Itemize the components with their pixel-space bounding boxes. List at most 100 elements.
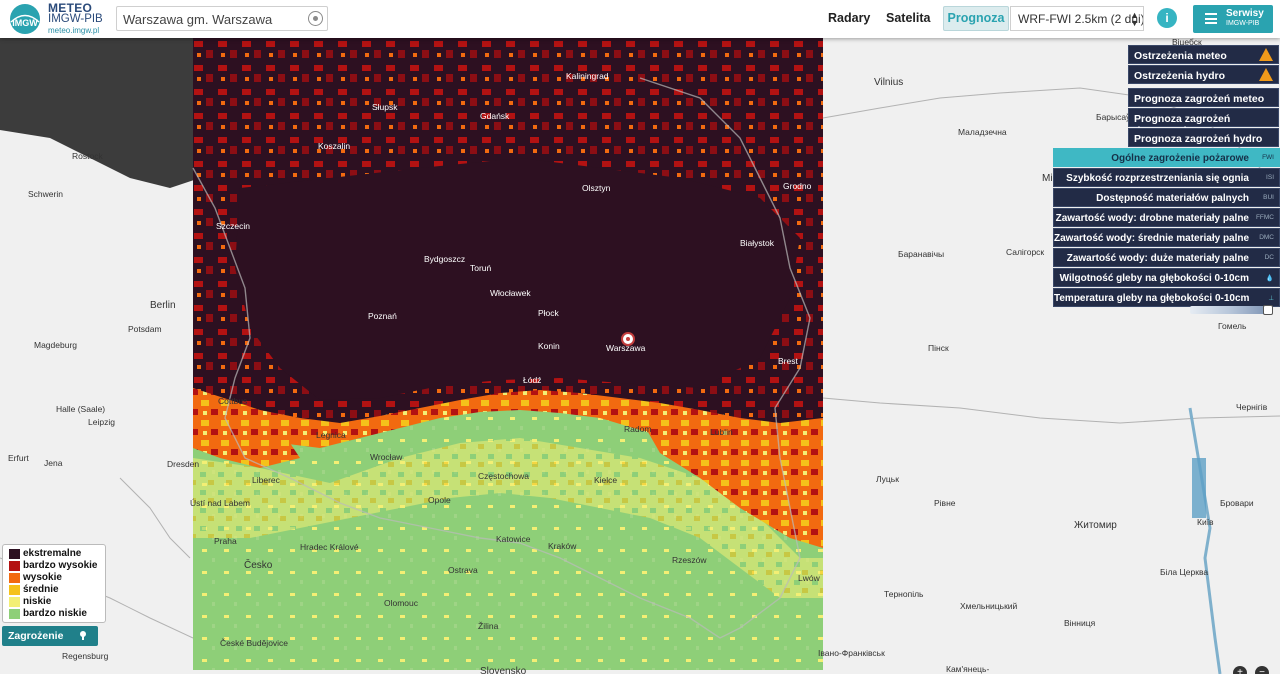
zoom-in-icon[interactable]: + <box>1233 666 1247 674</box>
map-label: Słupsk <box>372 102 398 112</box>
map-label: Луцьк <box>876 474 899 484</box>
map-label: Žilina <box>478 621 499 631</box>
map-label: Opole <box>428 495 451 505</box>
legend-swatch <box>9 609 20 619</box>
warn-label: Ostrzeżenia meteo <box>1134 50 1227 62</box>
legend-item: średnie <box>7 584 101 596</box>
map-label: Чернігів <box>1236 402 1268 412</box>
map-label: Vilnius <box>874 77 904 88</box>
map-label: Regensburg <box>62 651 109 661</box>
map-label: Płock <box>538 308 559 318</box>
map-label: České Budějovice <box>220 638 289 648</box>
map-label: Toruń <box>470 263 492 273</box>
opacity-slider-handle[interactable] <box>1263 305 1273 315</box>
hamburger-icon <box>1205 13 1217 24</box>
legend-label: bardzo wysokie <box>23 560 98 571</box>
warnings-panel: Ostrzeżenia meteo Ostrzeżenia hydro Prog… <box>1128 45 1279 148</box>
layer-label: Dostępność materiałów palnych <box>1096 193 1249 204</box>
layer-fwi[interactable]: Ogólne zagrożenie pożarowe FWI <box>1053 148 1280 167</box>
legend-swatch <box>9 597 20 607</box>
map-label: Lwów <box>798 573 820 583</box>
legend-label: ekstremalne <box>23 548 82 559</box>
serwisy-button[interactable]: Serwisy IMGW-PIB <box>1193 5 1273 33</box>
map-label: Grodno <box>783 181 812 191</box>
map-label: Rzeszów <box>672 555 707 565</box>
model-select[interactable]: WRF-FWI 2.5km (2 dni) ▲ ▼ <box>1010 6 1144 31</box>
layer-code: DC <box>1264 254 1274 261</box>
layer-soil-moisture[interactable]: Wilgotność gleby na głębokości 0-10cm 💧 <box>1053 268 1280 287</box>
legend-swatch <box>9 585 20 595</box>
layer-code: ISI <box>1266 174 1274 181</box>
search-input[interactable] <box>123 10 303 28</box>
map-label: Бровари <box>1220 498 1254 508</box>
map-label: Olomouc <box>384 598 419 608</box>
imgw-logo[interactable]: IMGW <box>6 3 44 35</box>
opacity-slider[interactable] <box>1190 306 1270 314</box>
layer-code: DMC <box>1259 234 1274 241</box>
top-bar: IMGW METEO IMGW-PIB meteo.imgw.pl Radary… <box>0 0 1280 38</box>
warn-hydro-button[interactable]: Ostrzeżenia hydro <box>1128 65 1279 84</box>
nav-radary[interactable]: Radary <box>828 11 870 25</box>
map-label: Хмельницький <box>960 601 1018 611</box>
map-label: Вінниця <box>1064 618 1096 628</box>
brand-url: meteo.imgw.pl <box>48 26 100 35</box>
info-button[interactable]: i <box>1157 8 1177 28</box>
map-label: Potsdam <box>128 324 162 334</box>
nav-prognoza[interactable]: Prognoza <box>943 6 1009 31</box>
warn-label: Prognoza zagrożeń hydro <box>1134 133 1263 145</box>
layer-dmc[interactable]: Zawartość wody: średnie materiały palne … <box>1053 228 1280 247</box>
legend-item: ekstremalne <box>7 548 101 560</box>
map-label: Ostrava <box>448 565 478 575</box>
zagrozenie-button[interactable]: Zagrożenie <box>2 626 98 646</box>
map-label: Wrocław <box>370 452 403 462</box>
warning-triangle-icon <box>1259 48 1273 61</box>
map-label: Kraków <box>548 541 577 551</box>
map-svg[interactable] <box>0 38 1280 674</box>
map-label: Житомир <box>1074 520 1117 531</box>
forecast-meteo-button[interactable]: Prognoza zagrożeń meteo <box>1128 88 1279 107</box>
select-arrows-icon: ▲ ▼ <box>1130 10 1139 28</box>
nav-satelita[interactable]: Satelita <box>886 11 930 25</box>
map-label: Ústí nad Labem <box>190 498 251 508</box>
thermometer-icon: ⊥ <box>1268 295 1274 302</box>
layer-dc[interactable]: Zawartość wody: duże materiały palne DC <box>1053 248 1280 267</box>
forecast-road-button[interactable]: Prognoza zagrożeń drogowych <box>1128 108 1279 137</box>
layer-isi[interactable]: Szybkość rozprzestrzeniania się ognia IS… <box>1053 168 1280 187</box>
map-label: Magdeburg <box>34 340 78 350</box>
locate-me-icon[interactable] <box>308 11 323 26</box>
map-label: Warszawa <box>606 343 646 353</box>
map-canvas[interactable]: Warszawa Gdańsk Szczecin Bydgoszcz Toruń… <box>0 38 1280 674</box>
layer-label: Zawartość wody: drobne materiały palne <box>1055 213 1249 224</box>
warning-triangle-icon <box>1259 68 1273 81</box>
map-label: Rostock <box>72 151 103 161</box>
map-label: Маладзечна <box>958 127 1007 137</box>
fire-risk-overlay <box>193 38 823 670</box>
map-label: Halle (Saale) <box>56 404 106 414</box>
location-search <box>116 6 328 31</box>
map-label: Berlin <box>150 300 176 311</box>
warn-meteo-button[interactable]: Ostrzeżenia meteo <box>1128 45 1279 64</box>
layer-ffmc[interactable]: Zawartość wody: drobne materiały palne F… <box>1053 208 1280 227</box>
legend-label: niskie <box>23 596 52 607</box>
map-label: Częstochowa <box>478 471 530 481</box>
zoom-out-icon[interactable]: − <box>1255 666 1269 674</box>
map-label: Bydgoszcz <box>424 254 466 264</box>
map-label: Dresden <box>167 459 200 469</box>
legend-item: wysokie <box>7 572 101 584</box>
map-label: Барысаў <box>1096 112 1131 122</box>
layer-label: Wilgotność gleby na głębokości 0-10cm <box>1059 273 1249 284</box>
layer-code: FFMC <box>1255 214 1274 221</box>
layer-bui[interactable]: Dostępność materiałów palnych BUI <box>1053 188 1280 207</box>
layer-code: FWI <box>1262 154 1274 161</box>
zagrozenie-label: Zagrożenie <box>8 630 64 642</box>
map-label: Białystok <box>740 238 775 248</box>
layer-label: Zawartość wody: średnie materiały palne <box>1054 233 1250 244</box>
forecast-hydro-button[interactable]: Prognoza zagrożeń hydro <box>1128 128 1279 147</box>
map-label: Łódź <box>523 375 542 385</box>
layer-soil-temperature[interactable]: Temperatura gleby na głębokości 0-10cm ⊥ <box>1053 288 1280 307</box>
map-label: Гомель <box>1218 321 1247 331</box>
legend-swatch <box>9 573 20 583</box>
map-label: Włocławek <box>490 288 531 298</box>
map-label: Brest <box>778 356 798 366</box>
map-label: Lublin <box>710 427 733 437</box>
